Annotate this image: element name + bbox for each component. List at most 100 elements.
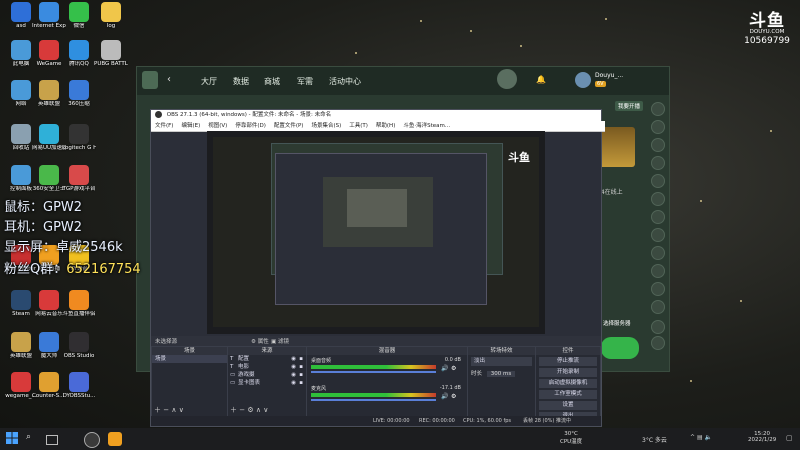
start-recording-button[interactable]: 开始录制 — [539, 368, 597, 377]
gear-icon[interactable]: ⚙ — [451, 365, 456, 372]
desktop-icon[interactable]: 魔大师 — [32, 332, 66, 360]
side-button-10[interactable] — [651, 264, 665, 278]
server-select-button[interactable]: 选择服务器 — [603, 319, 631, 327]
obs-menu-item[interactable]: 停靠部件(D) — [235, 123, 266, 129]
desktop-icon[interactable]: Internet Explorer — [32, 2, 66, 30]
desktop-icon[interactable]: DYOBSStu... — [62, 372, 96, 400]
desktop-icon[interactable]: 微信 — [62, 2, 96, 30]
lock-icon[interactable]: ▪ — [299, 355, 303, 363]
nav-shop[interactable]: 商城 — [264, 76, 280, 87]
obs-menu-item[interactable]: 帮助(H) — [376, 123, 395, 129]
speaker-icon[interactable]: 🔊 — [441, 393, 448, 400]
add-scene-icon[interactable]: ＋ — [154, 406, 161, 414]
eye-icon[interactable]: ◉ — [291, 379, 296, 387]
desktop-icon[interactable]: TGP游戏平台 — [62, 165, 96, 193]
side-button-9[interactable] — [651, 246, 665, 260]
volume-icon[interactable]: 🔈 — [705, 434, 712, 441]
nav-activity[interactable]: 活动中心 — [329, 76, 361, 87]
source-down-icon[interactable]: ∨ — [263, 406, 268, 414]
source-settings-icon[interactable]: ⚙ — [247, 406, 253, 414]
side-button-11[interactable] — [651, 282, 665, 296]
desktop-icon[interactable]: 360安全卫士 — [32, 165, 66, 193]
remove-source-icon[interactable]: − — [239, 406, 245, 414]
side-button-6[interactable] — [651, 192, 665, 206]
start-virtual-camera-button[interactable]: 启动虚拟摄像机 — [539, 379, 597, 388]
obs-menu-item[interactable]: 文件(F) — [155, 123, 173, 129]
network-icon[interactable]: ▤ — [697, 434, 703, 441]
desktop-icon[interactable]: OBS Studio — [62, 332, 96, 360]
desktop-icon[interactable]: PUBG BATTLEGR... — [94, 40, 128, 68]
gear-icon[interactable]: ⚙ — [451, 393, 456, 400]
desktop-icon[interactable]: 网易云音乐 — [32, 290, 66, 318]
desktop-icon[interactable]: 腾讯QQ — [62, 40, 96, 68]
scene-up-icon[interactable]: ∧ — [171, 406, 176, 414]
nav-hall[interactable]: 大厅 — [201, 76, 217, 87]
properties-button[interactable]: ⚙ 属性 — [251, 337, 269, 345]
duration-input[interactable]: 300 ms — [486, 371, 516, 377]
eye-icon[interactable]: ◉ — [291, 355, 296, 363]
stop-stream-button[interactable]: 停止推流 — [539, 357, 597, 366]
desktop-icon[interactable]: 斗鱼直播伴侣 — [62, 290, 96, 318]
desktop-icon[interactable]: Logitech G HUB — [62, 124, 96, 152]
studio-mode-button[interactable]: 工作室模式 — [539, 390, 597, 399]
avatar[interactable] — [575, 72, 591, 88]
desktop-icon[interactable]: 网易UU加速器 — [32, 124, 66, 152]
desktop-icon[interactable]: 360压缩 — [62, 80, 96, 108]
taskbar-obs-icon[interactable] — [84, 432, 100, 448]
search-icon[interactable]: ⌕ — [26, 432, 40, 446]
obs-menu-item[interactable]: 场景集合(S) — [311, 123, 341, 129]
open-stream-button[interactable]: 我要开播 — [615, 101, 644, 111]
taskbar-douyu-icon[interactable] — [108, 432, 122, 446]
speaker-icon[interactable]: 🔊 — [441, 365, 448, 372]
play-button[interactable] — [601, 337, 639, 359]
source-item[interactable]: T 配置 ◉ ▪ — [228, 355, 306, 363]
clock[interactable]: 15:20 2022/1/29 — [748, 431, 776, 443]
side-button-14[interactable] — [651, 336, 665, 350]
source-up-icon[interactable]: ∧ — [256, 406, 261, 414]
side-button-4[interactable] — [651, 156, 665, 170]
filters-button[interactable]: ▣ 滤镜 — [271, 337, 289, 345]
nav-military[interactable]: 军需 — [297, 76, 313, 87]
desktop-icon[interactable]: WeGame — [32, 40, 66, 68]
side-button-8[interactable] — [651, 228, 665, 242]
lock-icon[interactable]: ▪ — [299, 379, 303, 387]
volume-slider[interactable] — [311, 371, 436, 373]
add-source-icon[interactable]: ＋ — [230, 406, 237, 414]
settings-button[interactable]: 设置 — [539, 401, 597, 410]
obs-menu-item[interactable]: 编辑(E) — [181, 123, 200, 129]
side-button-2[interactable] — [651, 120, 665, 134]
desktop-icon[interactable]: Counter-S... Global Offe... — [32, 372, 66, 400]
notification-icon[interactable]: ▢ — [786, 434, 793, 442]
obs-menu-item[interactable]: 视图(V) — [208, 123, 227, 129]
desktop-icon[interactable]: log — [94, 2, 128, 30]
obs-menu-item[interactable]: 配置文件(P) — [274, 123, 304, 129]
scene-item[interactable]: 场景 — [152, 355, 227, 363]
eye-icon[interactable]: ◉ — [291, 363, 296, 371]
side-button-13[interactable] — [651, 320, 665, 334]
windows-start-icon[interactable] — [6, 432, 20, 446]
volume-slider[interactable] — [311, 399, 436, 401]
remove-scene-icon[interactable]: − — [163, 406, 169, 414]
nav-data[interactable]: 数据 — [233, 76, 249, 87]
source-item[interactable]: ▭ 游戏摄 ◉ ▪ — [228, 371, 306, 379]
transition-type-select[interactable]: 淡出 — [471, 357, 532, 366]
douyu-app-icon[interactable] — [142, 71, 158, 89]
lock-icon[interactable]: ▪ — [299, 363, 303, 371]
side-button-1[interactable] — [651, 102, 665, 116]
source-item[interactable]: T 电影 ◉ ▪ — [228, 363, 306, 371]
desktop-icon[interactable]: 英雄联盟 — [32, 80, 66, 108]
weather-widget[interactable]: 30°C CPU温度 — [560, 431, 582, 445]
taskview-icon[interactable] — [46, 435, 58, 445]
bell-icon[interactable]: 🔔 — [536, 75, 546, 84]
eye-icon[interactable]: ◉ — [291, 371, 296, 379]
source-item[interactable]: ▭ 显卡图表 ◉ ▪ — [228, 379, 306, 387]
side-button-7[interactable] — [651, 210, 665, 224]
back-arrow-icon[interactable]: ‹ — [167, 74, 171, 85]
obs-menu-item[interactable]: 斗鱼·海洋Steam... — [403, 123, 450, 129]
lock-icon[interactable]: ▪ — [299, 371, 303, 379]
chevron-up-icon[interactable]: ^ — [690, 434, 695, 441]
scene-down-icon[interactable]: ∨ — [179, 406, 184, 414]
side-button-5[interactable] — [651, 174, 665, 188]
obs-preview[interactable]: 斗鱼 — [207, 131, 545, 334]
obs-menu-item[interactable]: 工具(T) — [349, 123, 368, 129]
